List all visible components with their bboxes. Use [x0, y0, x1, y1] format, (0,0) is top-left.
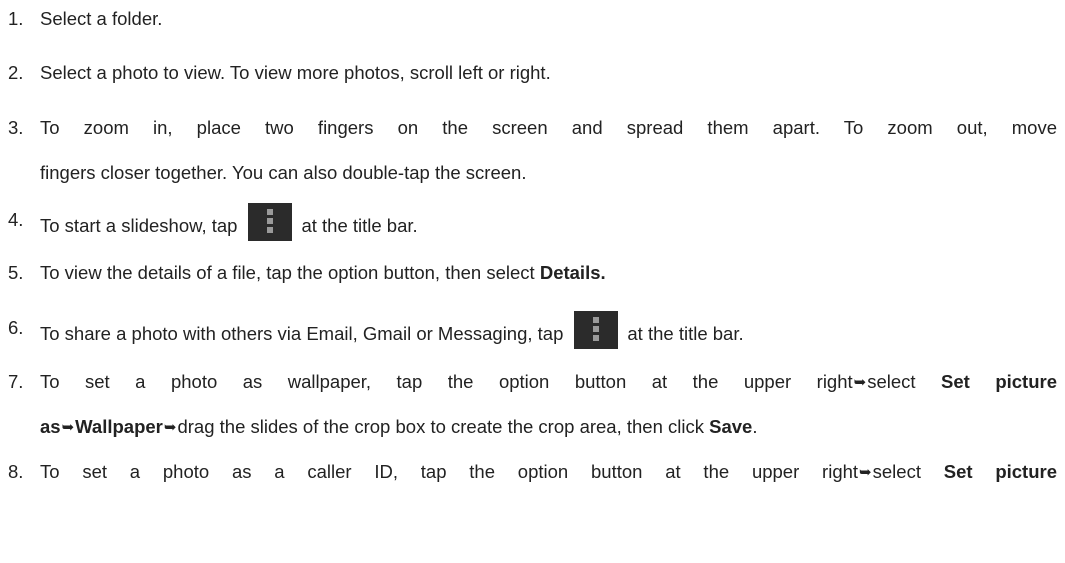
- item-text: To start a slideshow, tap at the title ba…: [40, 203, 418, 243]
- instruction-list: 1. Select a folder. 2. Select a photo to…: [0, 0, 1065, 563]
- item-text: as➥Wallpaper➥drag the slides of the crop…: [40, 410, 758, 445]
- item-text: Select a folder.: [40, 8, 163, 29]
- menu-overflow-icon: [248, 203, 293, 241]
- item-number: 1.: [8, 8, 24, 29]
- item-text: To set a photo as wallpaper, tap the opt…: [40, 365, 1057, 400]
- item-number: 2.: [8, 62, 24, 83]
- bold-term: Details.: [539, 262, 606, 283]
- item-text: Select a photo to view. To view more pho…: [40, 62, 551, 83]
- item-number: 8.: [8, 461, 24, 482]
- item-text: To view the details of a file, tap the o…: [40, 262, 606, 283]
- arrow-icon: ➥: [61, 419, 75, 436]
- item-number: 5.: [8, 262, 24, 283]
- menu-overflow-icon: [574, 311, 619, 349]
- item-number: 4.: [8, 209, 24, 230]
- item-number: 3.: [8, 117, 24, 138]
- arrow-icon: ➥: [163, 419, 177, 436]
- item-text: To share a photo with others via Email, …: [40, 311, 744, 351]
- arrow-icon: ➥: [853, 374, 867, 391]
- item-number: 7.: [8, 371, 24, 392]
- item-text: To set a photo as a caller ID, tap the o…: [40, 455, 1057, 490]
- item-number: 6.: [8, 317, 24, 338]
- item-text: To zoom in, place two fingers on the scr…: [40, 117, 1057, 138]
- arrow-icon: ➥: [859, 464, 872, 481]
- item-text: fingers closer together. You can also do…: [40, 162, 527, 183]
